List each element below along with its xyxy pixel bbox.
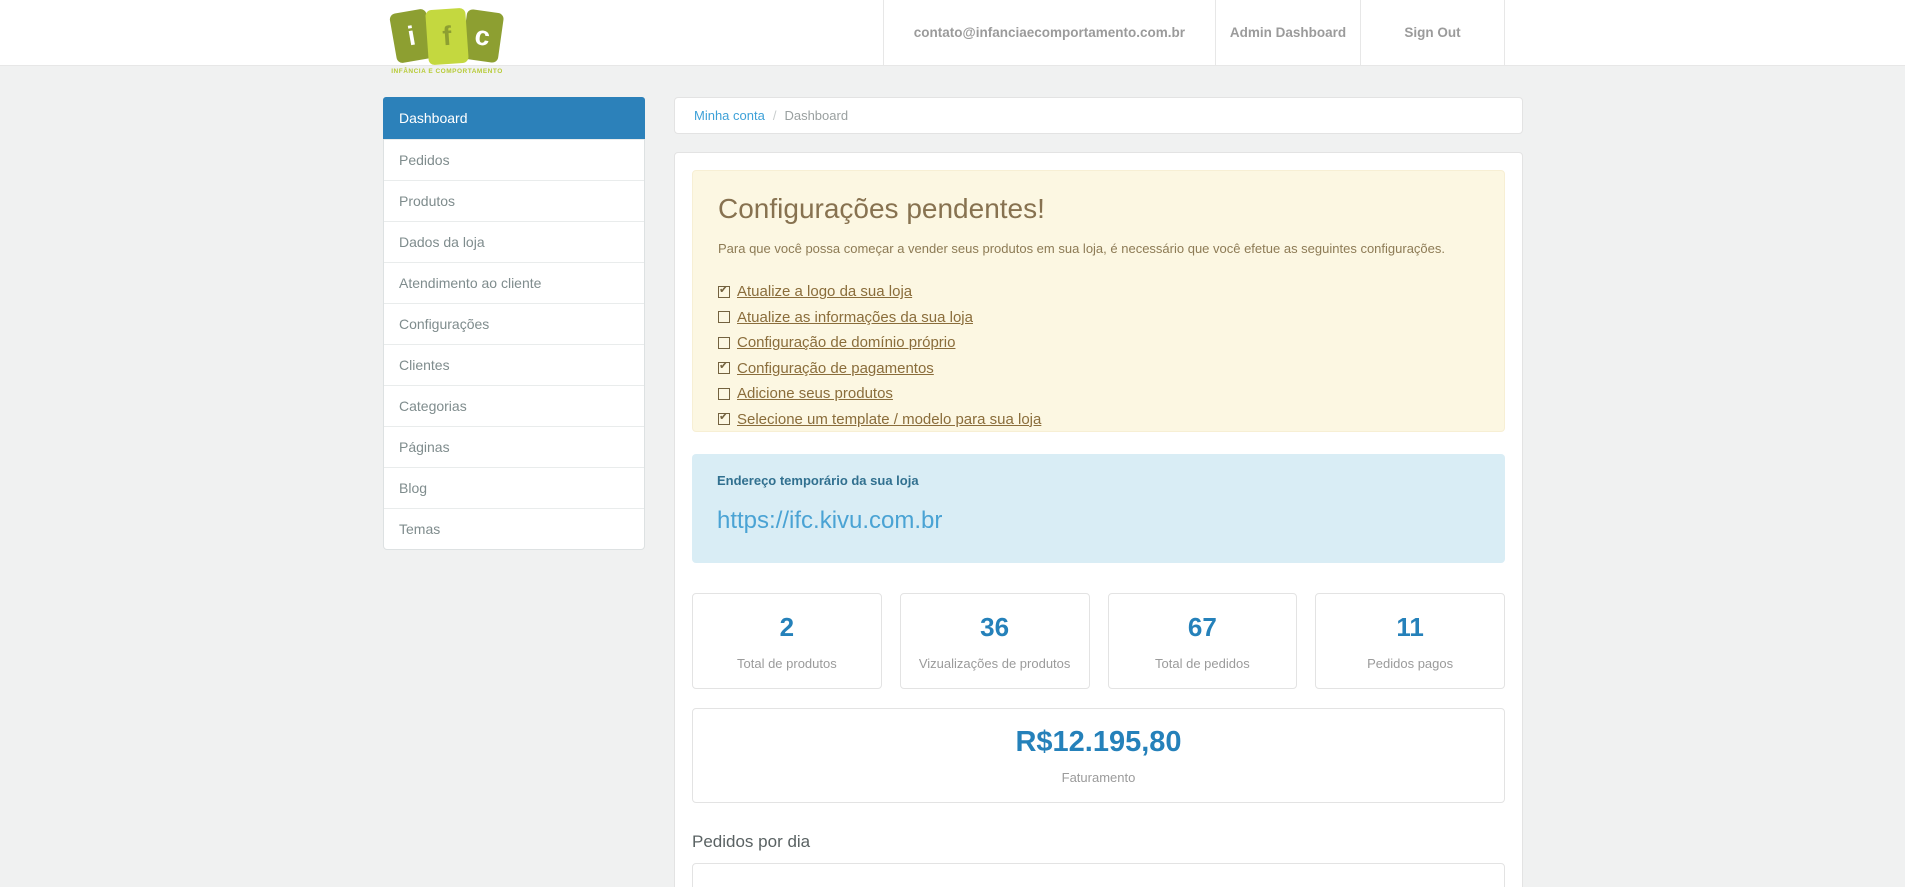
breadcrumb: Minha conta / Dashboard bbox=[674, 97, 1523, 134]
orders-per-day-title: Pedidos por dia bbox=[692, 832, 811, 851]
top-header: contato@infanciaecomportamento.com.br Ad… bbox=[0, 0, 1905, 66]
store-address-title: Endereço temporário da sua loja bbox=[717, 473, 919, 488]
stat-value: 67 bbox=[1187, 611, 1217, 642]
task-link-pagamentos[interactable]: Configuração de pagamentos bbox=[737, 360, 934, 377]
task-row: Configuração de pagamentos bbox=[718, 356, 1479, 382]
pending-configurations-alert: Configurações pendentes! Para que você p… bbox=[692, 170, 1505, 432]
alert-description: Para que você possa começar a vender seu… bbox=[718, 241, 1445, 256]
task-link-logo[interactable]: Atualize a logo da sua loja bbox=[737, 283, 912, 300]
breadcrumb-separator: / bbox=[772, 108, 777, 123]
breadcrumb-minha-conta-link[interactable]: Minha conta bbox=[694, 108, 765, 123]
checkbox-icon[interactable] bbox=[718, 311, 730, 324]
configuration-task-list: Atualize a logo da sua loja Atualize as … bbox=[718, 279, 1479, 432]
task-link-informacoes[interactable]: Atualize as informações da sua loja bbox=[737, 309, 973, 326]
task-row: Selecione um template / modelo para sua … bbox=[718, 407, 1479, 433]
orders-per-day-chart bbox=[692, 863, 1505, 887]
sidebar-item-configuracoes[interactable]: Configurações bbox=[384, 303, 644, 344]
main-content-panel: Configurações pendentes! Para que você p… bbox=[674, 152, 1523, 887]
checkbox-icon[interactable] bbox=[718, 336, 730, 349]
stat-card-total-pedidos: 67 Total de pedidos bbox=[1107, 593, 1298, 689]
task-row: Configuração de domínio próprio bbox=[718, 330, 1479, 356]
sidebar-item-clientes[interactable]: Clientes bbox=[384, 344, 644, 385]
sign-out-button[interactable]: Sign Out bbox=[1360, 0, 1505, 65]
stat-label: Total de produtos bbox=[737, 655, 837, 671]
sidebar-item-dashboard[interactable]: Dashboard bbox=[383, 97, 645, 139]
task-row: Atualize a logo da sua loja bbox=[718, 279, 1479, 305]
task-link-produtos[interactable]: Adicione seus produtos bbox=[737, 385, 893, 402]
sidebar-menu: Dashboard Pedidos Produtos Dados da loja… bbox=[383, 97, 645, 550]
sidebar-item-atendimento[interactable]: Atendimento ao cliente bbox=[384, 262, 644, 303]
sidebar-item-temas[interactable]: Temas bbox=[384, 508, 644, 549]
checkbox-icon[interactable] bbox=[718, 359, 730, 375]
stat-label: Vizualizações de produtos bbox=[918, 655, 1071, 671]
breadcrumb-current-page: Dashboard bbox=[784, 108, 849, 123]
checkbox-icon[interactable] bbox=[718, 410, 730, 426]
sidebar-item-categorias[interactable]: Categorias bbox=[384, 385, 644, 426]
stat-value: 2 bbox=[779, 611, 795, 642]
stat-label: Pedidos pagos bbox=[1367, 655, 1454, 671]
sidebar-item-produtos[interactable]: Produtos bbox=[384, 180, 644, 221]
revenue-value: R$12.195,80 bbox=[1015, 726, 1182, 758]
stat-card-total-produtos: 2 Total de produtos bbox=[692, 593, 882, 689]
stat-card-visualizacoes: 36 Vizualizações de produtos bbox=[899, 593, 1090, 689]
store-address-box: Endereço temporário da sua loja https://… bbox=[692, 454, 1505, 563]
account-email[interactable]: contato@infanciaecomportamento.com.br bbox=[882, 0, 1215, 65]
header-nav: contato@infanciaecomportamento.com.br Ad… bbox=[882, 0, 1505, 65]
store-logo[interactable]: i f c INFÂNCIA E COMPORTAMENTO bbox=[388, 7, 506, 75]
stat-value: 11 bbox=[1396, 611, 1424, 642]
stat-card-pedidos-pagos: 11 Pedidos pagos bbox=[1315, 593, 1505, 689]
revenue-card: R$12.195,80 Faturamento bbox=[692, 708, 1505, 803]
logo-letter-f: f bbox=[425, 7, 469, 65]
revenue-label: Faturamento bbox=[1061, 770, 1136, 785]
sidebar-item-blog[interactable]: Blog bbox=[384, 467, 644, 508]
task-link-dominio[interactable]: Configuração de domínio próprio bbox=[737, 334, 955, 351]
task-row: Atualize as informações da sua loja bbox=[718, 305, 1479, 331]
stat-value: 36 bbox=[980, 611, 1010, 642]
alert-title: Configurações pendentes! bbox=[718, 193, 1045, 224]
checkbox-icon[interactable] bbox=[718, 283, 730, 298]
sidebar-item-dados-da-loja[interactable]: Dados da loja bbox=[384, 221, 644, 262]
stats-row: 2 Total de produtos 36 Vizualizações de … bbox=[692, 593, 1505, 689]
stat-label: Total de pedidos bbox=[1155, 655, 1250, 671]
task-link-template[interactable]: Selecione um template / modelo para sua … bbox=[737, 411, 1041, 428]
admin-dashboard-link[interactable]: Admin Dashboard bbox=[1215, 0, 1360, 65]
sidebar-item-paginas[interactable]: Páginas bbox=[384, 426, 644, 467]
task-row: Adicione seus produtos bbox=[718, 381, 1479, 407]
logo-cards-icon: i f c bbox=[388, 7, 506, 65]
checkbox-icon[interactable] bbox=[718, 387, 730, 400]
logo-caption: INFÂNCIA E COMPORTAMENTO bbox=[391, 68, 503, 75]
sidebar-item-pedidos[interactable]: Pedidos bbox=[384, 139, 644, 180]
store-url-link[interactable]: https://ifc.kivu.com.br bbox=[717, 507, 942, 535]
